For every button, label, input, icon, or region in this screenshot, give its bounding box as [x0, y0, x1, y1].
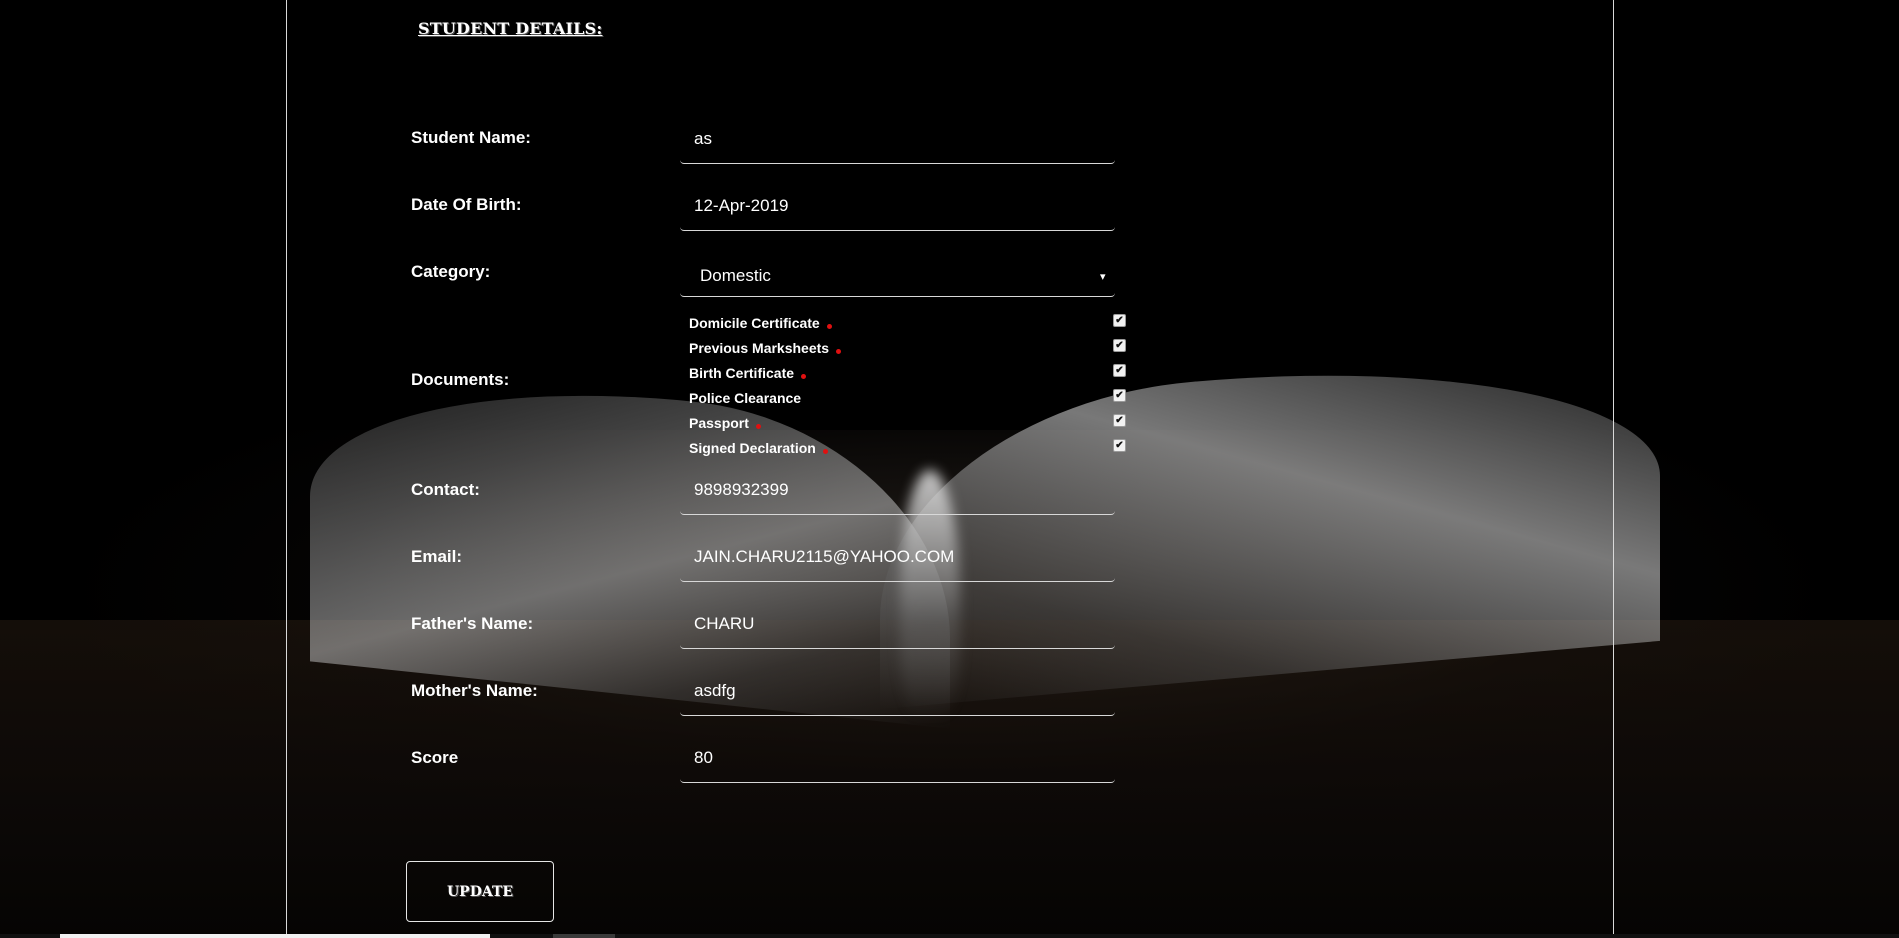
- documents-label: Documents:: [411, 370, 510, 389]
- document-checkbox[interactable]: ✔: [1113, 389, 1126, 402]
- document-checkbox[interactable]: ✔: [1113, 339, 1126, 352]
- document-checkbox[interactable]: ✔: [1113, 414, 1126, 427]
- document-checkbox[interactable]: ✔: [1113, 364, 1126, 377]
- chevron-down-icon: ▾: [1100, 271, 1106, 283]
- document-checkbox[interactable]: ✔: [1113, 439, 1126, 452]
- dob-field[interactable]: [680, 186, 1115, 231]
- document-label: Police Clearance: [689, 390, 802, 406]
- required-dot-icon: [755, 424, 761, 429]
- required-dot-icon: [822, 449, 828, 454]
- section-title: STUDENT DETAILS:: [418, 19, 603, 38]
- contact-field[interactable]: [680, 470, 1115, 515]
- document-item-police-clearance: Police Clearance ✔: [689, 388, 1129, 408]
- required-dot-icon: [836, 349, 842, 354]
- email-input[interactable]: [694, 547, 1094, 567]
- category-label: Category:: [411, 262, 491, 281]
- document-label: Passport: [689, 415, 761, 431]
- document-item-domicile-certificate: Domicile Certificate ✔: [689, 313, 1129, 333]
- student-name-label: Student Name:: [411, 128, 531, 147]
- mother-name-field[interactable]: [680, 671, 1115, 716]
- category-select[interactable]: Domestic ▾: [680, 252, 1115, 297]
- mother-name-input[interactable]: [694, 681, 1094, 701]
- father-name-label: Father's Name:: [411, 614, 534, 633]
- document-item-passport: Passport ✔: [689, 413, 1129, 433]
- score-field[interactable]: [680, 738, 1115, 783]
- score-input[interactable]: [694, 748, 1094, 768]
- contact-input[interactable]: [694, 480, 1094, 500]
- score-label: Score: [411, 748, 459, 767]
- document-label: Birth Certificate: [689, 365, 807, 381]
- contact-label: Contact:: [411, 480, 480, 499]
- email-field[interactable]: [680, 537, 1115, 582]
- update-button[interactable]: UPDATE: [406, 861, 554, 922]
- document-item-previous-marksheets: Previous Marksheets ✔: [689, 338, 1129, 358]
- horizontal-scrollbar-segment: [553, 934, 615, 938]
- horizontal-scrollbar-thumb[interactable]: [60, 934, 490, 938]
- content-border-right: [1613, 0, 1614, 938]
- content-border-left: [286, 0, 287, 938]
- category-selected-value: Domestic: [700, 266, 771, 285]
- required-dot-icon: [826, 324, 832, 329]
- student-name-input[interactable]: [694, 129, 1094, 149]
- document-label: Signed Declaration: [689, 440, 828, 456]
- dob-label: Date Of Birth:: [411, 195, 522, 214]
- required-dot-icon: [801, 374, 807, 379]
- document-label: Domicile Certificate: [689, 315, 832, 331]
- email-label: Email:: [411, 547, 463, 566]
- father-name-field[interactable]: [680, 604, 1115, 649]
- mother-name-label: Mother's Name:: [411, 681, 538, 700]
- student-name-field[interactable]: [680, 119, 1115, 164]
- document-checkbox[interactable]: ✔: [1113, 314, 1126, 327]
- document-item-signed-declaration: Signed Declaration ✔: [689, 438, 1129, 458]
- dob-input[interactable]: [694, 196, 1094, 216]
- father-name-input[interactable]: [694, 614, 1094, 634]
- document-item-birth-certificate: Birth Certificate ✔: [689, 363, 1129, 383]
- document-label: Previous Marksheets: [689, 340, 842, 356]
